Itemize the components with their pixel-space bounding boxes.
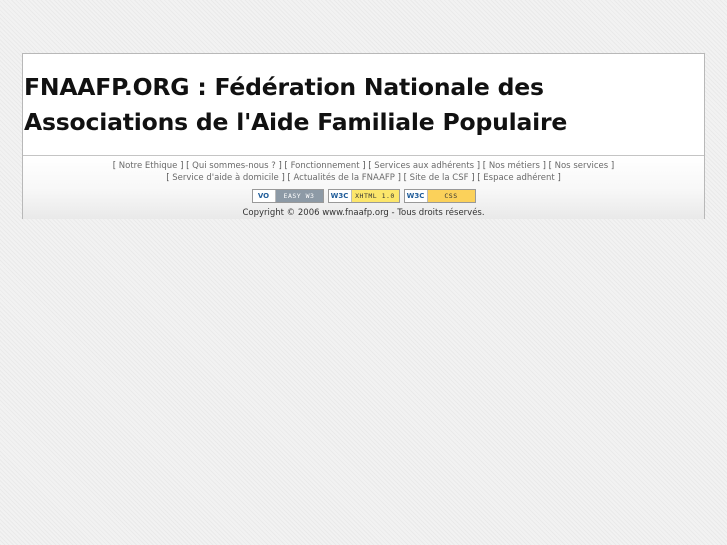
nav-link-site-csf[interactable]: Site de la CSF (410, 173, 469, 183)
vo-logo-icon: VO (252, 190, 276, 202)
nav-link-fonctionnement[interactable]: Fonctionnement (291, 161, 360, 171)
badge-label: EASY W3 (275, 190, 323, 202)
copyright-text: Copyright © 2006 www.fnaafp.org - Tous d… (242, 208, 485, 218)
validation-badges: VO EASY W3 W3C XHTML 1.0 W3C CSS (23, 189, 704, 203)
page-title: FNAAFP.ORG : Fédération Nationale des As… (24, 73, 568, 136)
main-frame: FNAAFP.ORG : Fédération Nationale des As… (22, 53, 705, 219)
nav-link-actualites[interactable]: Actualités de la FNAAFP (294, 173, 395, 183)
w3c-logo-icon: W3C (404, 190, 428, 202)
nav-link-nos-services[interactable]: Nos services (555, 161, 609, 171)
header: FNAAFP.ORG : Fédération Nationale des As… (23, 54, 704, 156)
footer: [ Notre Ethique ] [ Qui sommes-nous ? ] … (23, 156, 704, 219)
easy-w3-badge[interactable]: VO EASY W3 (251, 189, 324, 203)
badge-label: XHTML 1.0 (351, 190, 399, 202)
badge-label: CSS (427, 190, 475, 202)
nav-line-2: [ Service d'aide à domicile ] [ Actualit… (166, 173, 561, 183)
nav-link-qui-sommes-nous[interactable]: Qui sommes-nous ? (192, 161, 276, 171)
nav-link-notre-ethique[interactable]: Notre Ethique (119, 161, 178, 171)
nav-line-1: [ Notre Ethique ] [ Qui sommes-nous ? ] … (112, 161, 615, 171)
nav-link-espace-adherent[interactable]: Espace adhérent (483, 173, 555, 183)
w3c-logo-icon: W3C (328, 190, 352, 202)
w3c-xhtml-badge[interactable]: W3C XHTML 1.0 (327, 189, 400, 203)
nav-link-aide-domicile[interactable]: Service d'aide à domicile (172, 173, 279, 183)
nav-link-nos-metiers[interactable]: Nos métiers (489, 161, 540, 171)
w3c-css-badge[interactable]: W3C CSS (403, 189, 476, 203)
nav-link-services-adherents[interactable]: Services aux adhérents (374, 161, 474, 171)
